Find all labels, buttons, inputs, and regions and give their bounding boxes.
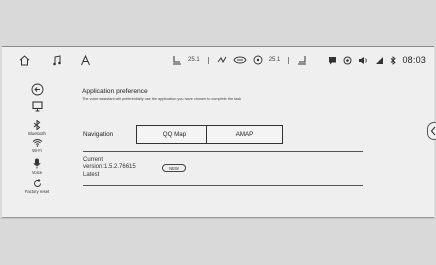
side-panel-handle[interactable]	[427, 122, 436, 140]
volume-icon[interactable]	[358, 56, 369, 65]
current-label: Current	[83, 157, 104, 163]
home-icon[interactable]	[19, 47, 30, 73]
system-status: 08:03	[328, 47, 426, 73]
music-note-icon[interactable]	[52, 47, 62, 73]
sidebar-item-back[interactable]	[2, 83, 72, 96]
recirculation-icon[interactable]	[233, 55, 247, 65]
qq-map-button[interactable]: QQ Map	[136, 125, 213, 144]
sidebar-item-wifi[interactable]: Wi-Fi	[2, 138, 72, 153]
signal-strength-icon	[376, 56, 384, 64]
clock: 08:03	[402, 55, 426, 65]
divider	[83, 151, 363, 152]
top-bezel	[0, 0, 436, 46]
preference-description: The voice assistant will preferentially …	[82, 97, 242, 101]
divider	[83, 185, 363, 186]
screen-icon	[31, 101, 43, 112]
microphone-icon	[33, 158, 41, 169]
new-version-badge[interactable]: NEW	[162, 164, 186, 172]
sidebar-item-label: Bluetooth	[28, 131, 46, 136]
sidebar-item-voice[interactable]: Voice	[2, 158, 72, 175]
message-icon[interactable]	[328, 56, 337, 65]
temp-marker-icon	[207, 56, 209, 64]
sidebar-item-label: Factory reset	[24, 189, 50, 194]
sidebar-item-bluetooth[interactable]: Bluetooth	[2, 120, 72, 136]
version-info: Current version:1.5.2.76615 Latest	[83, 157, 136, 179]
seat-heater-right-icon[interactable]	[297, 55, 307, 65]
chevron-left-icon	[430, 126, 436, 136]
right-temperature[interactable]: 25.1	[269, 57, 281, 63]
climate-controls: 25.1 25.1	[172, 47, 307, 73]
driving-mode-icon	[343, 56, 352, 64]
amap-button[interactable]: AMAP	[206, 125, 283, 144]
navigation-label: Navigation	[83, 131, 114, 138]
version-text: version:1.5.2.76615	[83, 164, 136, 171]
fan-icon[interactable]	[253, 55, 263, 65]
preference-title: Application preference	[82, 88, 148, 95]
sidebar-item-label: Voice	[31, 170, 43, 175]
bottom-bezel	[0, 218, 436, 265]
latest-label: Latest	[83, 171, 100, 178]
reset-icon	[33, 179, 41, 187]
sidebar-item-factory-reset[interactable]: Factory reset	[2, 179, 72, 194]
seat-heater-left-icon[interactable]	[172, 55, 182, 65]
left-temperature[interactable]: 25.1	[188, 57, 200, 63]
wifi-icon	[32, 139, 42, 147]
settings-sidebar: Bluetooth Wi-Fi Voice Factory reset	[2, 75, 72, 217]
back-arrow-icon[interactable]	[31, 83, 44, 96]
bluetooth-icon	[33, 120, 41, 130]
sidebar-item-label: Wi-Fi	[32, 148, 42, 153]
navigation-arrow-icon[interactable]	[80, 47, 91, 73]
sidebar-item-display[interactable]	[2, 101, 72, 112]
airflow-icon[interactable]	[217, 55, 227, 65]
status-bar: 25.1 25.1 08:03	[2, 47, 434, 73]
temp-marker-icon	[288, 56, 290, 64]
bluetooth-status-icon	[391, 55, 397, 65]
